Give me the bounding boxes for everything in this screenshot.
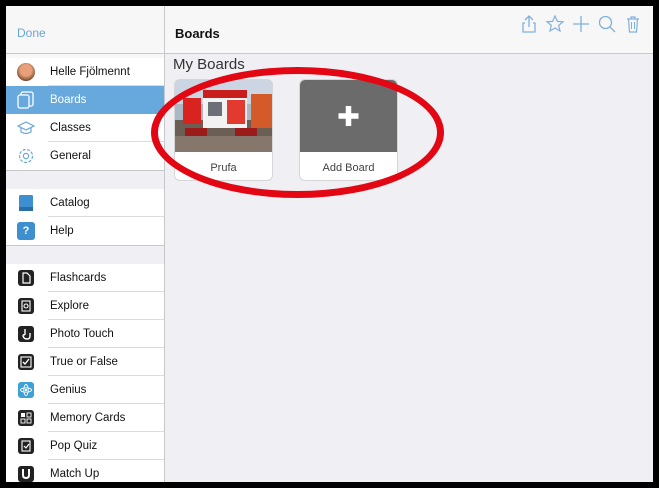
avatar [17, 63, 35, 81]
profile-name: Helle Fjölmennt [50, 66, 130, 78]
gear-icon [17, 147, 35, 165]
sidebar-item-help[interactable]: ? Help [6, 217, 164, 245]
sidebar-item-classes[interactable]: Classes [6, 114, 164, 142]
sidebar-item-label: Memory Cards [50, 412, 126, 424]
sidebar-item-memory-cards[interactable]: Memory Cards [6, 404, 164, 432]
page-title: Boards [175, 26, 220, 41]
sidebar-item-label: Flashcards [50, 272, 107, 284]
atom-icon [17, 381, 35, 399]
app-window: Done Helle Fjölmennt Boards Classes Gene [6, 6, 653, 482]
sidebar-item-profile[interactable]: Helle Fjölmennt [6, 58, 164, 86]
search-icon[interactable] [597, 14, 617, 34]
done-button[interactable]: Done [17, 26, 46, 40]
explore-icon [17, 297, 35, 315]
sidebar-item-genius[interactable]: Genius [6, 376, 164, 404]
graduation-cap-icon [16, 119, 36, 137]
sidebar-item-label: Classes [50, 122, 91, 134]
sidebar-item-boards[interactable]: Boards [6, 86, 164, 114]
plus-icon[interactable] [571, 14, 591, 34]
sidebar-item-label: General [50, 150, 91, 162]
boards-icon [17, 91, 35, 109]
main-header: Boards [165, 6, 653, 54]
book-icon [17, 194, 35, 212]
sidebar-item-label: Genius [50, 384, 87, 396]
section-divider [6, 170, 164, 190]
sidebar-item-label: Photo Touch [50, 328, 114, 340]
sidebar-item-general[interactable]: General [6, 142, 164, 170]
sidebar-item-match-up[interactable]: Match Up [6, 460, 164, 482]
sidebar-item-label: Boards [50, 94, 87, 106]
sidebar-item-label: Pop Quiz [50, 440, 98, 452]
sidebar-item-pop-quiz[interactable]: Pop Quiz [6, 432, 164, 460]
quiz-icon [17, 437, 35, 455]
sidebar-item-label: Help [50, 225, 74, 237]
magnet-icon [17, 465, 35, 482]
grid-icon [17, 409, 35, 427]
sidebar-header: Done [6, 6, 164, 54]
sidebar-item-catalog[interactable]: Catalog [6, 189, 164, 217]
sidebar-item-label: Match Up [50, 468, 100, 480]
section-title: My Boards [173, 56, 245, 73]
sidebar: Done Helle Fjölmennt Boards Classes Gene [6, 6, 165, 482]
sidebar-item-explore[interactable]: Explore [6, 292, 164, 320]
checkbox-icon [17, 353, 35, 371]
sidebar-item-label: True or False [50, 356, 118, 368]
share-icon[interactable] [519, 14, 539, 34]
sidebar-item-label: Explore [50, 300, 89, 312]
sidebar-item-true-or-false[interactable]: True or False [6, 348, 164, 376]
section-divider [6, 245, 164, 265]
toolbar [519, 14, 643, 34]
sidebar-item-flashcards[interactable]: Flashcards [6, 264, 164, 292]
sidebar-item-photo-touch[interactable]: Photo Touch [6, 320, 164, 348]
flashcards-icon [17, 269, 35, 287]
hand-icon [17, 325, 35, 343]
trash-icon[interactable] [623, 14, 643, 34]
sidebar-item-label: Catalog [50, 197, 90, 209]
question-icon: ? [17, 222, 35, 240]
annotation-oval [151, 67, 444, 198]
star-icon[interactable] [545, 14, 565, 34]
